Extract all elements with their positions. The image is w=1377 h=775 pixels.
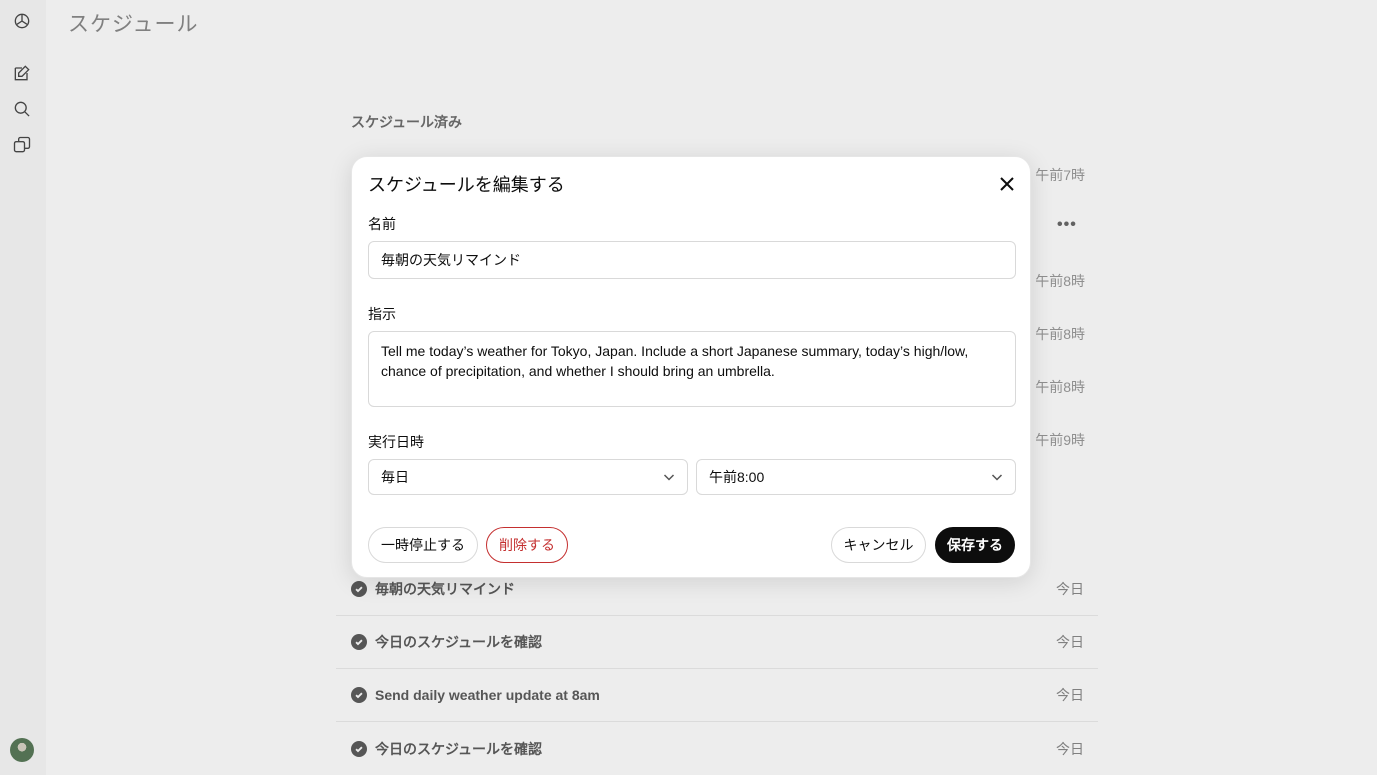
instruction-label: 指示	[368, 306, 396, 322]
close-button[interactable]	[996, 173, 1018, 195]
pause-button[interactable]: 一時停止する	[368, 527, 478, 563]
frequency-value: 毎日	[381, 469, 409, 485]
instruction-textarea[interactable]: Tell me today’s weather for Tokyo, Japan…	[368, 331, 1016, 407]
chevron-down-icon	[663, 474, 675, 481]
name-input[interactable]	[368, 241, 1016, 279]
frequency-select[interactable]: 毎日	[368, 459, 688, 495]
name-label: 名前	[368, 216, 396, 232]
cancel-button[interactable]: キャンセル	[831, 527, 926, 563]
chevron-down-icon	[991, 474, 1003, 481]
dialog-title: スケジュールを編集する	[368, 175, 565, 195]
datetime-label: 実行日時	[368, 434, 424, 450]
save-button[interactable]: 保存する	[935, 527, 1015, 563]
close-icon	[1000, 177, 1014, 191]
time-value: 午前8:00	[709, 469, 765, 485]
time-select[interactable]: 午前8:00	[696, 459, 1016, 495]
delete-button[interactable]: 削除する	[486, 527, 568, 563]
edit-schedule-dialog: スケジュールを編集する 名前 指示 Tell me today’s weathe…	[351, 156, 1031, 578]
